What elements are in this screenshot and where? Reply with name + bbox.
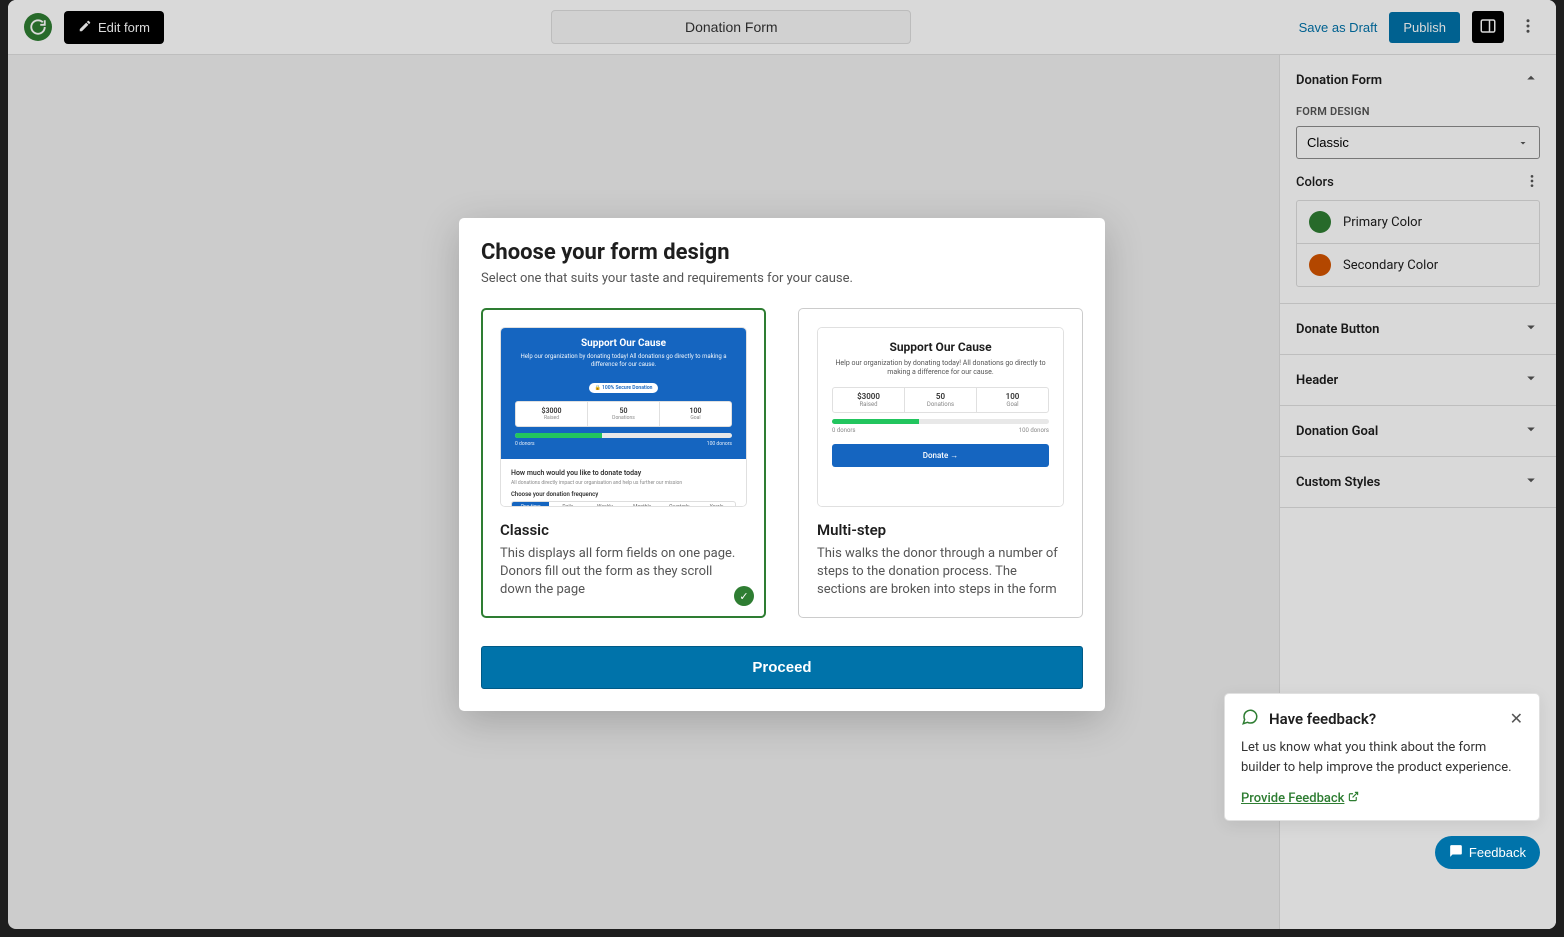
check-icon: ✓: [734, 586, 754, 606]
feedback-link[interactable]: Provide Feedback: [1241, 791, 1359, 806]
chat-icon: [1241, 708, 1259, 730]
feedback-close-button[interactable]: ✕: [1510, 709, 1523, 729]
feedback-fab-button[interactable]: Feedback: [1435, 836, 1540, 869]
multistep-preview: Support Our Cause Help our organization …: [817, 327, 1064, 507]
secure-badge: 🔒 100% Secure Donation: [589, 383, 659, 393]
proceed-button[interactable]: Proceed: [481, 646, 1083, 689]
preview-donate-button: Donate →: [832, 444, 1049, 467]
option-multistep[interactable]: Support Our Cause Help our organization …: [798, 308, 1083, 619]
feedback-body: Let us know what you think about the for…: [1241, 738, 1523, 777]
chat-icon: [1449, 844, 1463, 861]
classic-preview: Support Our Cause Help our organization …: [500, 327, 747, 507]
modal-title: Choose your form design: [481, 240, 1083, 265]
feedback-title: Have feedback?: [1269, 710, 1376, 728]
classic-title: Classic: [500, 521, 747, 539]
modal-subtitle: Select one that suits your taste and req…: [481, 271, 1083, 286]
option-classic[interactable]: Support Our Cause Help our organization …: [481, 308, 766, 619]
feedback-popup: Have feedback? ✕ Let us know what you th…: [1224, 693, 1540, 821]
multistep-desc: This walks the donor through a number of…: [817, 545, 1064, 600]
external-link-icon: [1348, 791, 1359, 806]
classic-desc: This displays all form fields on one pag…: [500, 545, 747, 600]
design-modal: Choose your form design Select one that …: [459, 218, 1105, 712]
close-icon: ✕: [1510, 711, 1523, 728]
multistep-title: Multi-step: [817, 521, 1064, 539]
